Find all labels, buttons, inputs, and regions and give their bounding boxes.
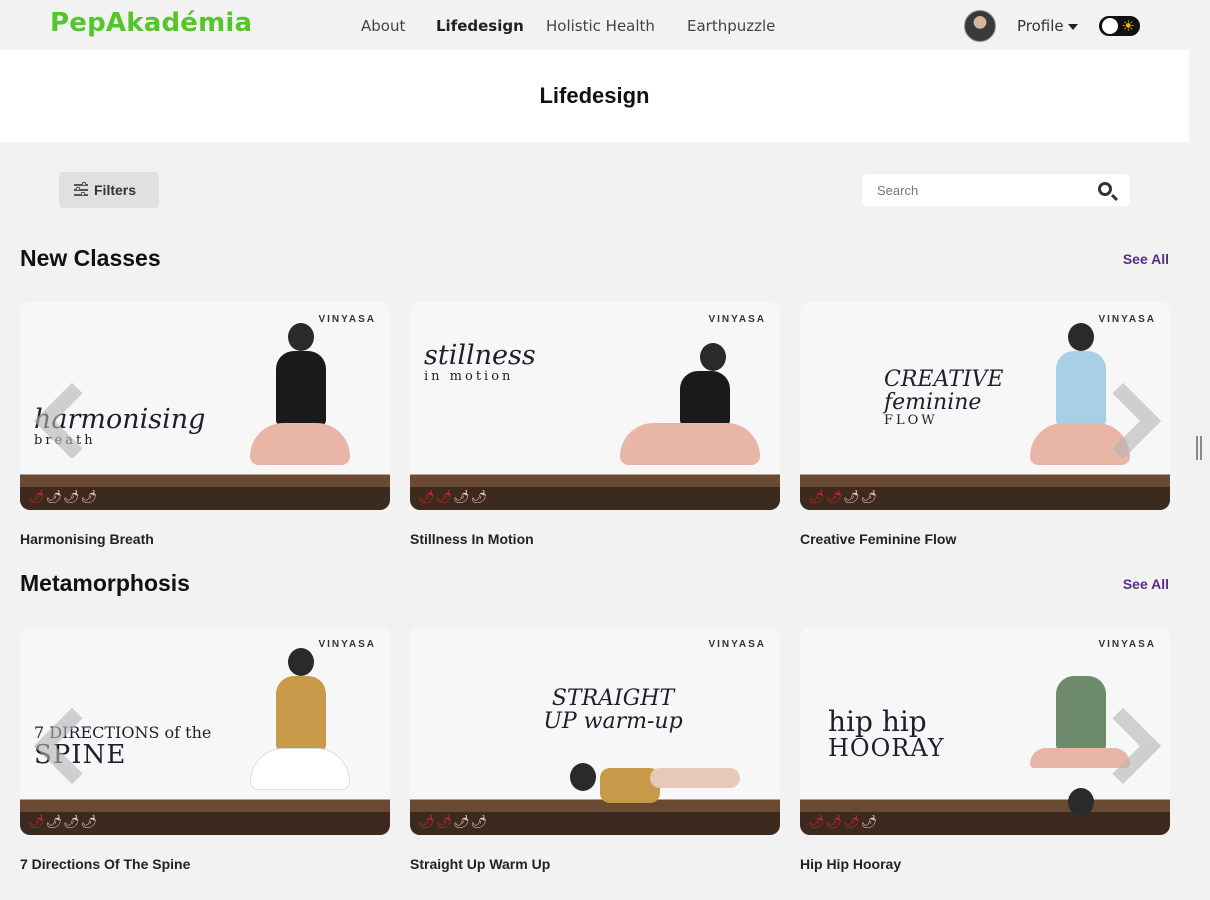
nav-about[interactable]: About [361, 17, 405, 35]
intensity-rating: 🌶🌶🌶🌶 [808, 489, 879, 504]
page-header: Lifedesign [0, 50, 1189, 142]
toggle-knob [1102, 18, 1118, 34]
scrollbar-grip[interactable] [1196, 436, 1202, 460]
intensity-rating: 🌶🌶🌶🌶 [418, 489, 489, 504]
thumbnail-title-art: hip hip HOORAY [828, 705, 945, 763]
class-thumbnail[interactable]: VINYASA stillness in motion 🌶🌶🌶🌶 [410, 302, 780, 510]
sun-icon: ☀ [1121, 18, 1135, 35]
yoga-figure [250, 323, 350, 488]
yoga-figure [480, 753, 740, 813]
see-all-metamorphosis[interactable]: See All [1123, 576, 1169, 592]
avatar[interactable] [964, 10, 996, 42]
style-tag: VINYASA [708, 639, 766, 650]
intensity-rating: 🌶🌶🌶🌶 [28, 489, 99, 504]
section-title-new-classes: New Classes [20, 245, 161, 271]
caret-down-icon [1067, 23, 1078, 30]
filters-label: Filters [94, 182, 137, 198]
section-title-metamorphosis: Metamorphosis [20, 570, 190, 596]
thumbnail-title-art: STRAIGHT UP warm-up [543, 686, 683, 735]
sliders-icon [74, 182, 88, 197]
profile-menu[interactable]: Profile [1017, 17, 1078, 35]
intensity-rating: 🌶🌶🌶🌶 [808, 814, 879, 829]
see-all-new-classes[interactable]: See All [1123, 251, 1169, 267]
class-title[interactable]: Straight Up Warm Up [410, 856, 780, 872]
class-thumbnail[interactable]: VINYASA STRAIGHT UP warm-up 🌶🌶🌶🌶 [410, 627, 780, 835]
search-input[interactable] [862, 174, 1082, 206]
search-icon[interactable] [1098, 182, 1112, 196]
thumbnail-title-art: stillness in motion [424, 340, 536, 385]
class-title[interactable]: Harmonising Breath [20, 531, 390, 547]
class-title[interactable]: Creative Feminine Flow [800, 531, 1170, 547]
class-card[interactable]: VINYASA STRAIGHT UP warm-up 🌶🌶🌶🌶 Straigh… [410, 627, 780, 872]
filters-button[interactable]: Filters [59, 172, 159, 208]
search-box [862, 174, 1130, 206]
top-navbar: PepAkadémia About Lifedesign Holistic He… [0, 0, 1189, 50]
class-title[interactable]: 7 Directions Of The Spine [20, 856, 390, 872]
intensity-rating: 🌶🌶🌶🌶 [28, 814, 99, 829]
yoga-figure [250, 648, 350, 813]
class-title[interactable]: Hip Hip Hooray [800, 856, 1170, 872]
brand-logo[interactable]: PepAkadémia [50, 8, 252, 38]
profile-label: Profile [1017, 17, 1064, 35]
theme-toggle[interactable]: ☀ [1099, 16, 1140, 36]
class-title[interactable]: Stillness In Motion [410, 531, 780, 547]
nav-holistic-health[interactable]: Holistic Health [546, 17, 655, 35]
yoga-figure [620, 323, 760, 488]
nav-earthpuzzle[interactable]: Earthpuzzle [687, 17, 775, 35]
nav-lifedesign[interactable]: Lifedesign [436, 17, 524, 35]
intensity-rating: 🌶🌶🌶🌶 [418, 814, 489, 829]
class-card[interactable]: VINYASA stillness in motion 🌶🌶🌶🌶 Stillnes… [410, 302, 780, 547]
page-title: Lifedesign [539, 83, 650, 108]
